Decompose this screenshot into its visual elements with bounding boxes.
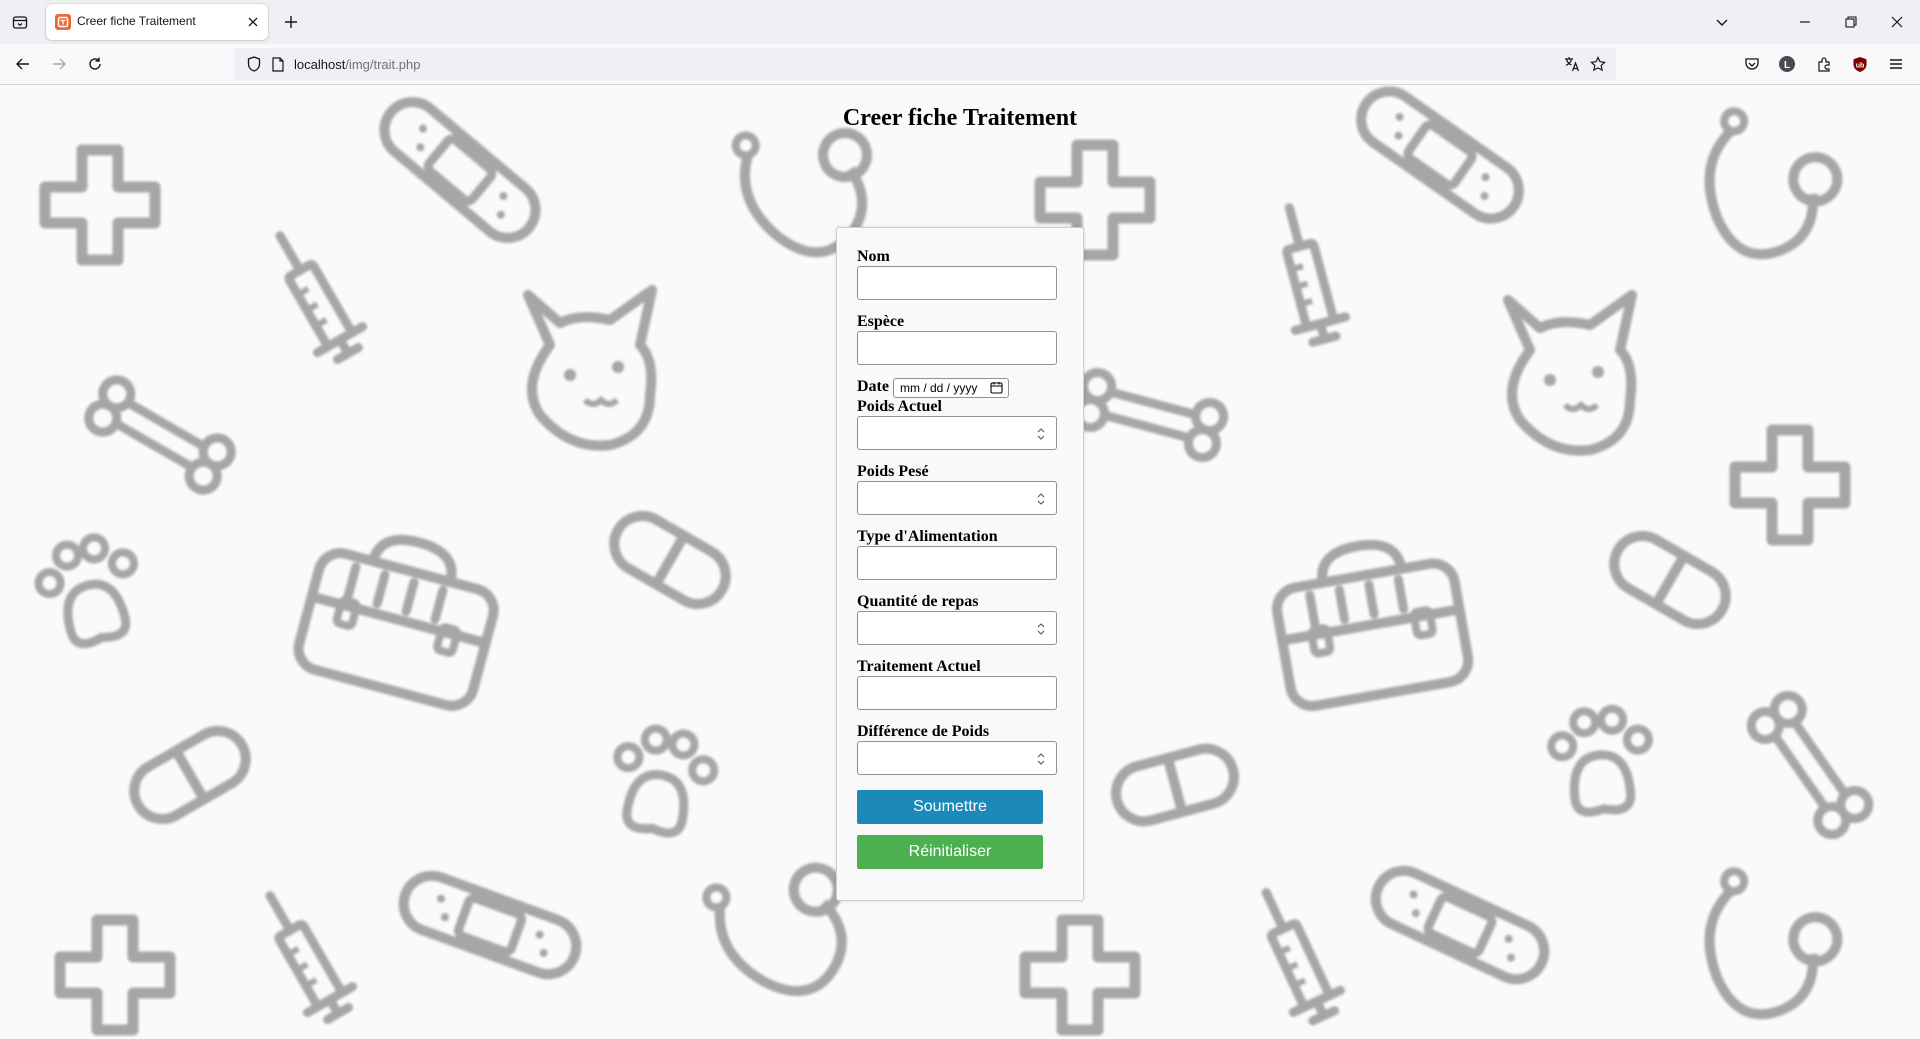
spinner-icon[interactable]: [1036, 491, 1046, 507]
url-bar[interactable]: localhost/img/trait.php: [234, 48, 1616, 80]
traitement-actuel-label: Traitement Actuel: [857, 658, 981, 675]
chevron-down-icon[interactable]: [1711, 11, 1733, 33]
date-placeholder: mm / dd / yyyy: [900, 381, 978, 395]
minimize-icon[interactable]: [1794, 11, 1816, 33]
calendar-icon[interactable]: [990, 381, 1003, 394]
pocket-icon[interactable]: [1740, 52, 1764, 76]
spinner-icon[interactable]: [1036, 621, 1046, 637]
poids-actuel-field[interactable]: [857, 416, 1057, 450]
date-field[interactable]: mm / dd / yyyy: [893, 378, 1009, 398]
browser-tab[interactable]: Creer fiche Traitement: [46, 4, 268, 40]
espece-field[interactable]: [857, 331, 1057, 365]
type-alimentation-label: Type d'Alimentation: [857, 528, 998, 545]
traitement-actuel-field[interactable]: [857, 676, 1057, 710]
date-label: Date: [857, 378, 889, 395]
svg-text:ub: ub: [1856, 62, 1865, 69]
shield-icon[interactable]: [246, 56, 262, 72]
account-icon[interactable]: L: [1775, 52, 1799, 76]
url-path: /img/trait.php: [345, 57, 421, 72]
page-icon[interactable]: [270, 56, 286, 72]
close-icon[interactable]: [244, 13, 262, 31]
star-icon[interactable]: [1590, 56, 1606, 72]
reset-button[interactable]: Réinitialiser: [857, 835, 1043, 869]
spinner-icon[interactable]: [1036, 751, 1046, 767]
spinner-icon[interactable]: [1036, 426, 1046, 442]
tab-bar: Creer fiche Traitement: [0, 0, 1920, 44]
espece-label: Espèce: [857, 313, 905, 330]
quantite-repas-label: Quantité de repas: [857, 593, 979, 610]
nom-label: Nom: [857, 248, 890, 265]
tab-list-icon[interactable]: [8, 10, 32, 34]
navigation-bar: localhost/img/trait.php L ub: [0, 44, 1920, 85]
favicon-icon: [55, 14, 71, 30]
forward-arrow-icon[interactable]: [47, 52, 71, 76]
page-title: Creer fiche Traitement: [842, 105, 1078, 131]
page-viewport: Creer fiche Traitement Nom Espèce Date m…: [0, 85, 1920, 1039]
extensions-icon[interactable]: [1812, 52, 1836, 76]
menu-icon[interactable]: [1884, 52, 1908, 76]
tab-title: Creer fiche Traitement: [77, 14, 196, 28]
reload-icon[interactable]: [83, 52, 107, 76]
restore-icon[interactable]: [1840, 11, 1862, 33]
back-arrow-icon[interactable]: [11, 52, 35, 76]
nom-field[interactable]: [857, 266, 1057, 300]
difference-poids-label: Différence de Poids: [857, 723, 990, 740]
treatment-form: Nom Espèce Date mm / dd / yyyy Poids Act…: [836, 227, 1084, 901]
translate-icon[interactable]: [1564, 56, 1580, 72]
plus-icon[interactable]: [280, 11, 302, 33]
svg-text:L: L: [1784, 60, 1790, 71]
quantite-repas-field[interactable]: [857, 611, 1057, 645]
url-text: localhost/img/trait.php: [294, 57, 420, 72]
poids-pese-field[interactable]: [857, 481, 1057, 515]
difference-poids-field[interactable]: [857, 741, 1057, 775]
type-alimentation-field[interactable]: [857, 546, 1057, 580]
poids-pese-label: Poids Pesé: [857, 463, 929, 480]
submit-button[interactable]: Soumettre: [857, 790, 1043, 824]
close-icon[interactable]: [1886, 11, 1908, 33]
poids-actuel-label: Poids Actuel: [857, 398, 942, 415]
ublock-icon[interactable]: ub: [1848, 52, 1872, 76]
url-host: localhost: [294, 57, 346, 72]
